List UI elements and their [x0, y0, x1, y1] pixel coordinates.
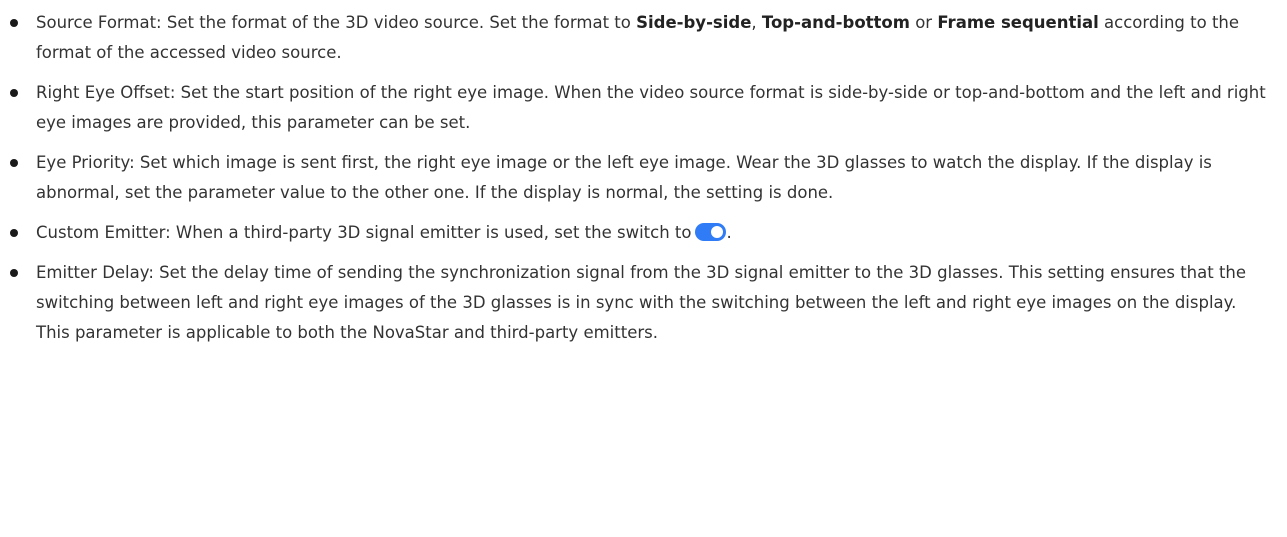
parameter-list: Source Format: Set the format of the 3D … [9, 8, 1273, 348]
separator-or: or [909, 13, 938, 32]
toggle-switch-on-icon [695, 223, 727, 241]
eye-priority-text: Eye Priority: Set which image is sent fi… [36, 153, 1212, 202]
source-format-text: Source Format: Set the format of the 3D … [36, 13, 637, 32]
separator-comma: , [751, 13, 762, 32]
list-item-right-eye-offset: Right Eye Offset: Set the start position… [9, 78, 1273, 138]
format-side-by-side: Side-by-side [636, 13, 752, 32]
custom-emitter-text-end: . [726, 223, 732, 242]
custom-emitter-text: Custom Emitter: When a third-party 3D si… [36, 223, 692, 242]
list-item-eye-priority: Eye Priority: Set which image is sent fi… [9, 148, 1273, 208]
list-item-source-format: Source Format: Set the format of the 3D … [9, 8, 1273, 68]
document-body: Source Format: Set the format of the 3D … [0, 0, 1287, 348]
format-frame-sequential: Frame sequential [937, 13, 1099, 32]
emitter-delay-text: Emitter Delay: Set the delay time of sen… [36, 263, 1247, 342]
right-eye-offset-text: Right Eye Offset: Set the start position… [36, 83, 1266, 132]
list-item-custom-emitter: Custom Emitter: When a third-party 3D si… [9, 218, 1273, 248]
toggle-knob [711, 226, 724, 238]
format-top-and-bottom: Top-and-bottom [761, 13, 910, 32]
list-item-emitter-delay: Emitter Delay: Set the delay time of sen… [9, 258, 1273, 348]
